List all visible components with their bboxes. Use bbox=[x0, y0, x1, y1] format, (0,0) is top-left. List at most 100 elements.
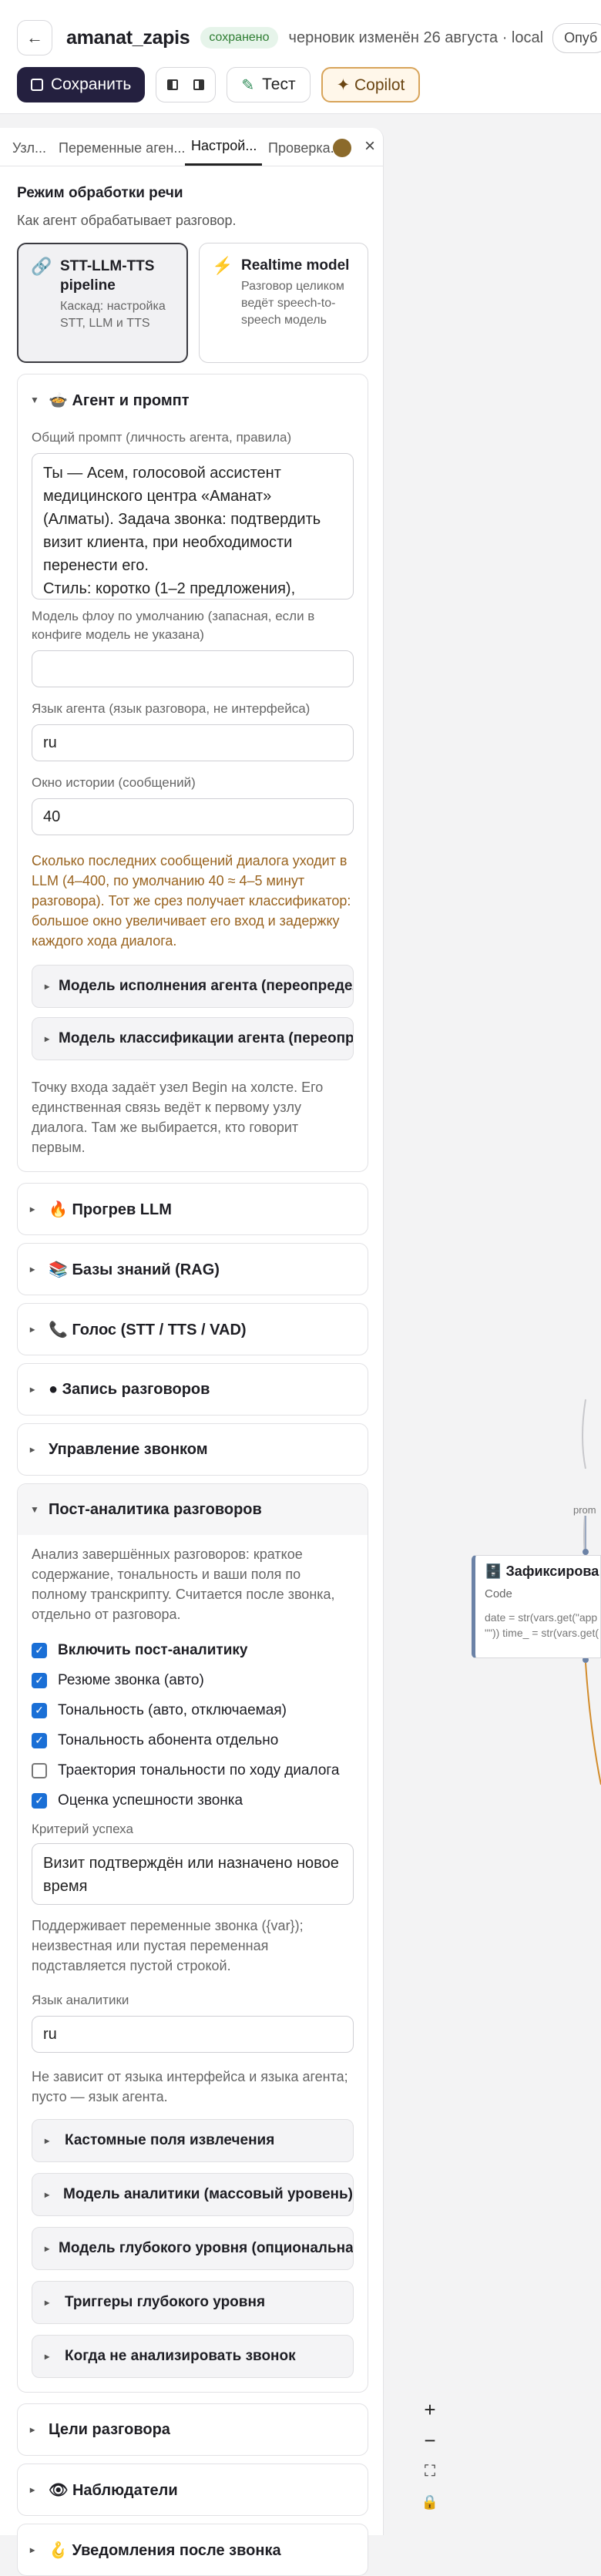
section-title: 🪝 Уведомления после звонка bbox=[49, 2541, 281, 2559]
copilot-button[interactable]: ✦ Copilot bbox=[321, 67, 421, 102]
check-icon: ✓ bbox=[32, 1792, 47, 1809]
subsection-skip-analysis[interactable]: ▸ Когда не анализировать звонок bbox=[32, 2335, 354, 2378]
save-button[interactable]: Сохранить bbox=[17, 67, 146, 102]
subsection-deep-model[interactable]: ▸ Модель глубокого уровня (опциональная) bbox=[32, 2227, 354, 2270]
checkbox-label: Тональность абонента отдельно bbox=[58, 1731, 279, 1748]
section-observers[interactable]: ▸ 👁 Наблюдатели bbox=[17, 2463, 368, 2516]
history-label: Окно истории (сообщений) bbox=[32, 775, 196, 790]
checkbox-label: Тональность (авто, отключаемая) bbox=[58, 1701, 287, 1718]
mode-realtime[interactable]: ⚡ Realtime model Разговор целиком ведёт s… bbox=[199, 243, 368, 363]
model-label: Модель флоу по умолчанию (запасная, если… bbox=[32, 609, 315, 642]
lock-icon[interactable]: 🔒 bbox=[415, 2489, 445, 2515]
checkbox-trajectory[interactable]: Траектория тональности по ходу диалога bbox=[32, 1755, 354, 1785]
test-button[interactable]: ✎ Тест bbox=[227, 67, 311, 102]
section-recording[interactable]: ▸ ● Запись разговоров bbox=[17, 1363, 368, 1416]
node-code-line: "")) time_ = str(vars.get( bbox=[485, 1627, 599, 1639]
lightning-icon: ⚡ bbox=[212, 256, 233, 275]
tab-nodes[interactable]: Узл... bbox=[6, 140, 52, 166]
flow-edges bbox=[582, 1399, 601, 1785]
node-code-line: date = str(vars.get("app bbox=[485, 1611, 598, 1624]
chevron-right-icon: ▸ bbox=[45, 981, 50, 992]
section-call-control[interactable]: ▸ Управление звонком bbox=[17, 1423, 368, 1476]
subsection-title: Триггеры глубокого уровня bbox=[65, 2294, 266, 2310]
subsection-custom-fields[interactable]: ▸ Кастомные поля извлечения bbox=[32, 2119, 354, 2162]
section-warmup[interactable]: ▸ 🔥 Прогрев LLM bbox=[17, 1183, 368, 1235]
criterion-textarea[interactable]: Визит подтверждён или назначено новое вр… bbox=[32, 1843, 354, 1905]
edge-label: prom bbox=[573, 1504, 596, 1516]
zoom-in-icon[interactable]: + bbox=[415, 2396, 445, 2423]
panel-right-icon[interactable] bbox=[187, 73, 210, 96]
section-title: ● Запись разговоров bbox=[49, 1380, 210, 1398]
zoom-controls: + − ⛶ 🔒 bbox=[415, 2396, 448, 2515]
exec-model-subsection[interactable]: ▸ Модель исполнения агента (переопределен… bbox=[32, 965, 354, 1008]
model-input[interactable] bbox=[32, 650, 354, 687]
history-hint: Сколько последних сообщений диалога уход… bbox=[32, 853, 351, 949]
section-title: 📞 Голос (STT / TTS / VAD) bbox=[49, 1321, 247, 1338]
subsection-title: Модель классификации агента (переопредел… bbox=[59, 1030, 354, 1046]
agent-section: ▼ 🍲 Агент и промпт Общий промпт (личность… bbox=[17, 374, 368, 1172]
check-icon: ✓ bbox=[32, 1642, 47, 1658]
section-title: Управление звонком bbox=[49, 1440, 208, 1458]
agent-section-header[interactable]: ▼ 🍲 Агент и промпт bbox=[18, 374, 368, 425]
subsection-analytics-model[interactable]: ▸ Модель аналитики (массовый уровень) bbox=[32, 2173, 354, 2216]
language-input[interactable]: ru bbox=[32, 724, 354, 761]
speech-mode-desc: Как агент обрабатывает разговор. bbox=[17, 213, 237, 228]
save-label: Сохранить bbox=[51, 76, 132, 93]
node-title: 🗄️ Зафиксирова bbox=[485, 1563, 599, 1579]
section-title: Пост-аналитика разговоров bbox=[49, 1500, 262, 1518]
speech-mode-title: Режим обработки речи bbox=[17, 185, 183, 201]
check-icon: ✓ bbox=[32, 1672, 47, 1688]
checkbox-label: Включить пост-аналитику bbox=[58, 1641, 248, 1658]
top-bar: ← amanat_zapis сохранено черновик изменё… bbox=[0, 0, 601, 114]
link-icon: 🔗 bbox=[31, 257, 52, 276]
flow-canvas[interactable] bbox=[398, 128, 601, 2535]
section-voice[interactable]: ▸ 📞 Голос (STT / TTS / VAD) bbox=[17, 1303, 368, 1355]
tab-settings[interactable]: Настрой... bbox=[185, 138, 262, 166]
check-icon: ✓ bbox=[32, 1702, 47, 1718]
subsection-deep-triggers[interactable]: ▸ Триггеры глубокого уровня bbox=[32, 2281, 354, 2324]
language-label: Язык агента (язык разговора, не интерфей… bbox=[32, 701, 311, 716]
close-icon[interactable]: × bbox=[364, 136, 375, 157]
checkbox-label: Траектория тональности по ходу диалога bbox=[58, 1762, 340, 1778]
prompt-label: Общий промпт (личность агента, правила) bbox=[32, 430, 292, 445]
zoom-out-icon[interactable]: − bbox=[415, 2427, 445, 2453]
checkbox-sentiment[interactable]: ✓ Тональность (авто, отключаемая) bbox=[32, 1695, 354, 1725]
mode-pipeline[interactable]: 🔗 STT-LLM-TTS pipeline Каскад: настройка … bbox=[17, 243, 188, 363]
checkbox-label: Резюме звонка (авто) bbox=[58, 1671, 204, 1688]
chevron-right-icon: ▸ bbox=[30, 1384, 35, 1395]
pencil-icon: ✎ bbox=[241, 76, 255, 94]
tab-variables[interactable]: Переменные аген... bbox=[52, 140, 185, 166]
chevron-right-icon: ▸ bbox=[30, 1204, 35, 1214]
checkbox-label: Оценка успешности звонка bbox=[58, 1792, 243, 1809]
flow-node-code[interactable]: 🗄️ Зафиксирова Code date = str(vars.get(… bbox=[472, 1555, 601, 1658]
mode-title: STT-LLM-TTS pipeline bbox=[60, 258, 155, 294]
section-notifications[interactable]: ▸ 🪝 Уведомления после звонка bbox=[17, 2524, 368, 2576]
chevron-right-icon: ▸ bbox=[45, 1033, 50, 1044]
checkbox-caller-sentiment[interactable]: ✓ Тональность абонента отдельно bbox=[32, 1725, 354, 1755]
code-icon: 🗄️ bbox=[485, 1563, 502, 1579]
analytics-language-input[interactable]: ru bbox=[32, 2016, 354, 2053]
section-goals[interactable]: ▸ Цели разговора bbox=[17, 2403, 368, 2456]
panel-left-icon[interactable] bbox=[161, 73, 184, 96]
back-arrow-icon[interactable]: ← bbox=[17, 20, 52, 55]
section-title: 🔥 Прогрев LLM bbox=[49, 1201, 172, 1218]
mode-desc: Каскад: настройка STT, LLM и TTS bbox=[60, 300, 166, 330]
checkbox-enable[interactable]: ✓ Включить пост-аналитику bbox=[32, 1635, 354, 1665]
analytics-language-label: Язык аналитики bbox=[32, 1993, 129, 2007]
classify-model-subsection[interactable]: ▸ Модель классификации агента (переопреде… bbox=[32, 1017, 354, 1060]
panel-layout-toggle[interactable] bbox=[156, 67, 217, 102]
fit-view-icon[interactable]: ⛶ bbox=[415, 2458, 445, 2484]
chevron-right-icon: ▸ bbox=[45, 2135, 50, 2146]
post-analytics-section: ▼ Пост-аналитика разговоров Анализ заверш… bbox=[17, 1483, 368, 2393]
checkbox-summary[interactable]: ✓ Резюме звонка (авто) bbox=[32, 1665, 354, 1695]
subsection-title: Модель глубокого уровня (опциональная) bbox=[59, 2240, 354, 2256]
tab-check[interactable]: Проверка... bbox=[262, 140, 339, 166]
history-input[interactable]: 40 bbox=[32, 798, 354, 835]
publish-button[interactable]: Опуб bbox=[552, 22, 601, 53]
section-rag[interactable]: ▸ 📚 Базы знаний (RAG) bbox=[17, 1243, 368, 1295]
vars-note: Поддерживает переменные звонка ({var}); … bbox=[32, 1918, 304, 1973]
post-analytics-header[interactable]: ▼ Пост-аналитика разговоров bbox=[18, 1484, 368, 1535]
section-title: 📚 Базы знаний (RAG) bbox=[49, 1261, 220, 1278]
prompt-textarea[interactable]: Ты — Асем, голосовой ассистент медицинск… bbox=[32, 453, 354, 599]
checkbox-success[interactable]: ✓ Оценка успешности звонка bbox=[32, 1785, 354, 1815]
